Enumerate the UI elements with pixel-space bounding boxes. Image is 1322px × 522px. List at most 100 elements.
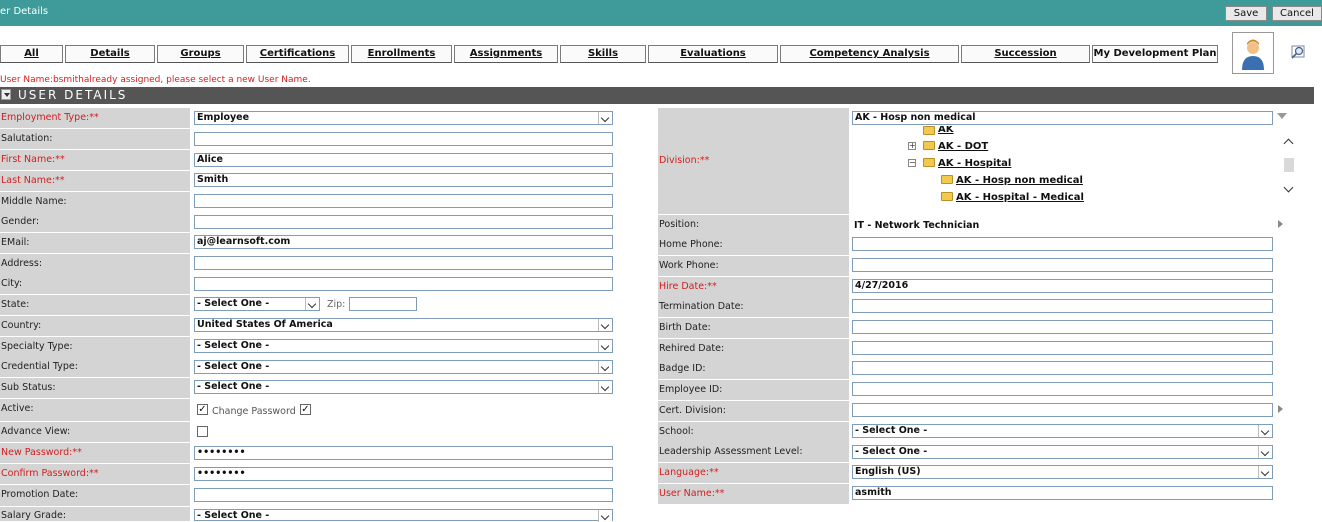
specialty-type-select[interactable]: - Select One - <box>194 339 613 353</box>
email-label: EMail: <box>0 233 190 253</box>
tab-enrollments[interactable]: Enrollments <box>351 45 452 63</box>
tab-all[interactable]: All <box>0 45 63 63</box>
state-label: State: <box>0 295 190 315</box>
chevron-down-icon <box>598 319 612 331</box>
last-name-field[interactable]: Smith <box>194 173 613 187</box>
chevron-down-icon <box>598 361 612 373</box>
save-button[interactable]: Save <box>1225 6 1267 21</box>
home-phone-field[interactable] <box>852 237 1273 251</box>
cert-division-field[interactable] <box>852 403 1273 417</box>
division-field[interactable]: AK - Hosp non medical <box>852 111 1273 125</box>
leadership-level-value: - Select One - <box>855 446 928 457</box>
specialty-type-value: - Select One - <box>197 340 270 351</box>
gender-field[interactable] <box>194 215 613 229</box>
salutation-label: Salutation: <box>0 129 190 149</box>
tab-groups[interactable]: Groups <box>157 45 244 63</box>
tab-details[interactable]: Details <box>65 45 155 63</box>
sub-status-select[interactable]: - Select One - <box>194 380 613 394</box>
confirm-password-label: Confirm Password:** <box>0 464 190 484</box>
employment-type-label: Employment Type:** <box>0 108 190 128</box>
chevron-down-icon <box>598 340 612 352</box>
user-name-field[interactable]: asmith <box>852 486 1273 500</box>
folder-icon <box>941 192 953 201</box>
badge-id-label: Badge ID: <box>658 359 849 379</box>
middle-name-field[interactable] <box>194 194 613 208</box>
termination-date-field[interactable] <box>852 299 1273 313</box>
user-avatar-icon <box>1242 39 1264 70</box>
advance-view-checkbox[interactable] <box>197 426 208 437</box>
tab-competency-analysis[interactable]: Competency Analysis <box>780 45 959 63</box>
school-value: - Select One - <box>855 425 928 436</box>
chevron-down-icon <box>1258 466 1272 478</box>
tab-evaluations[interactable]: Evaluations <box>648 45 778 63</box>
country-select[interactable]: United States Of America <box>194 318 613 332</box>
search-icon[interactable] <box>1290 44 1308 62</box>
tree-node-ak-hosp-non-medical[interactable]: AK - Hosp non medical <box>956 175 1083 186</box>
address-field[interactable] <box>194 256 613 270</box>
hire-date-field[interactable]: 4/27/2016 <box>852 279 1273 293</box>
tree-scrollbar[interactable] <box>1281 126 1297 210</box>
chevron-right-icon[interactable] <box>1278 405 1283 413</box>
first-name-field[interactable]: Alice <box>194 153 613 167</box>
salary-grade-select[interactable]: - Select One - <box>194 509 613 522</box>
section-header: USER DETAILS <box>0 87 1314 104</box>
division-label: Division:** <box>658 108 849 214</box>
position-label: Position: <box>658 215 849 235</box>
chevron-down-icon <box>598 381 612 393</box>
tab-my-development-plan[interactable]: My Development Plan <box>1092 45 1218 63</box>
active-label: Active: <box>0 399 190 421</box>
sub-status-value: - Select One - <box>197 381 270 392</box>
change-password-checkbox[interactable]: ✓ <box>300 404 311 415</box>
employee-id-field[interactable] <box>852 382 1273 396</box>
collapse-icon[interactable] <box>1 89 11 100</box>
tab-succession[interactable]: Succession <box>961 45 1090 63</box>
chevron-down-icon <box>1258 425 1272 437</box>
collapse-icon[interactable]: − <box>908 159 916 167</box>
tree-node-ak-hospital[interactable]: AK - Hospital <box>938 158 1011 169</box>
rehired-date-field[interactable] <box>852 341 1273 355</box>
credential-type-select[interactable]: - Select One - <box>194 360 613 374</box>
email-field[interactable]: aj@learnsoft.com <box>194 235 613 249</box>
state-value: - Select One - <box>197 298 270 309</box>
folder-icon <box>923 141 935 150</box>
salary-grade-label: Salary Grade: <box>0 507 190 521</box>
zip-field[interactable] <box>349 297 417 311</box>
tree-node-ak-hospital-medical[interactable]: AK - Hospital - Medical <box>956 192 1084 203</box>
tab-certifications[interactable]: Certifications <box>246 45 349 63</box>
work-phone-field[interactable] <box>852 258 1273 272</box>
active-checkbox[interactable]: ✓ <box>197 404 208 415</box>
school-select[interactable]: - Select One - <box>852 424 1273 438</box>
scroll-thumb[interactable] <box>1284 158 1294 172</box>
user-name-label: User Name:** <box>658 484 849 504</box>
employment-type-select[interactable]: Employee <box>194 111 613 125</box>
tree-node-ak[interactable]: AK <box>938 126 954 135</box>
scroll-up-icon[interactable] <box>1283 138 1294 149</box>
chevron-right-icon[interactable] <box>1278 220 1283 228</box>
birth-date-field[interactable] <box>852 320 1273 334</box>
expand-icon[interactable]: + <box>908 142 916 150</box>
birth-date-label: Birth Date: <box>658 318 849 338</box>
tab-skills[interactable]: Skills <box>560 45 646 63</box>
promotion-date-field[interactable] <box>194 488 613 502</box>
new-password-field[interactable]: •••••••• <box>194 446 613 460</box>
cancel-button[interactable]: Cancel <box>1272 6 1322 21</box>
country-label: Country: <box>0 316 190 336</box>
leadership-level-select[interactable]: - Select One - <box>852 445 1273 459</box>
confirm-password-field[interactable]: •••••••• <box>194 467 613 481</box>
state-select[interactable]: - Select One - <box>194 297 320 311</box>
scroll-down-icon[interactable] <box>1283 182 1294 193</box>
position-value: IT - Network Technician <box>854 220 980 231</box>
user-avatar <box>1232 32 1274 74</box>
language-label: Language:** <box>658 463 849 483</box>
salary-grade-value: - Select One - <box>197 510 270 521</box>
chevron-down-icon[interactable] <box>1277 113 1287 119</box>
tab-assignments[interactable]: Assignments <box>454 45 558 63</box>
salutation-field[interactable] <box>194 132 613 146</box>
tree-node-ak-dot[interactable]: AK - DOT <box>938 141 988 152</box>
specialty-type-label: Specialty Type: <box>0 337 190 357</box>
work-phone-label: Work Phone: <box>658 256 849 276</box>
home-phone-label: Home Phone: <box>658 235 849 255</box>
badge-id-field[interactable] <box>852 361 1273 375</box>
language-select[interactable]: English (US) <box>852 465 1273 479</box>
city-field[interactable] <box>194 277 613 291</box>
